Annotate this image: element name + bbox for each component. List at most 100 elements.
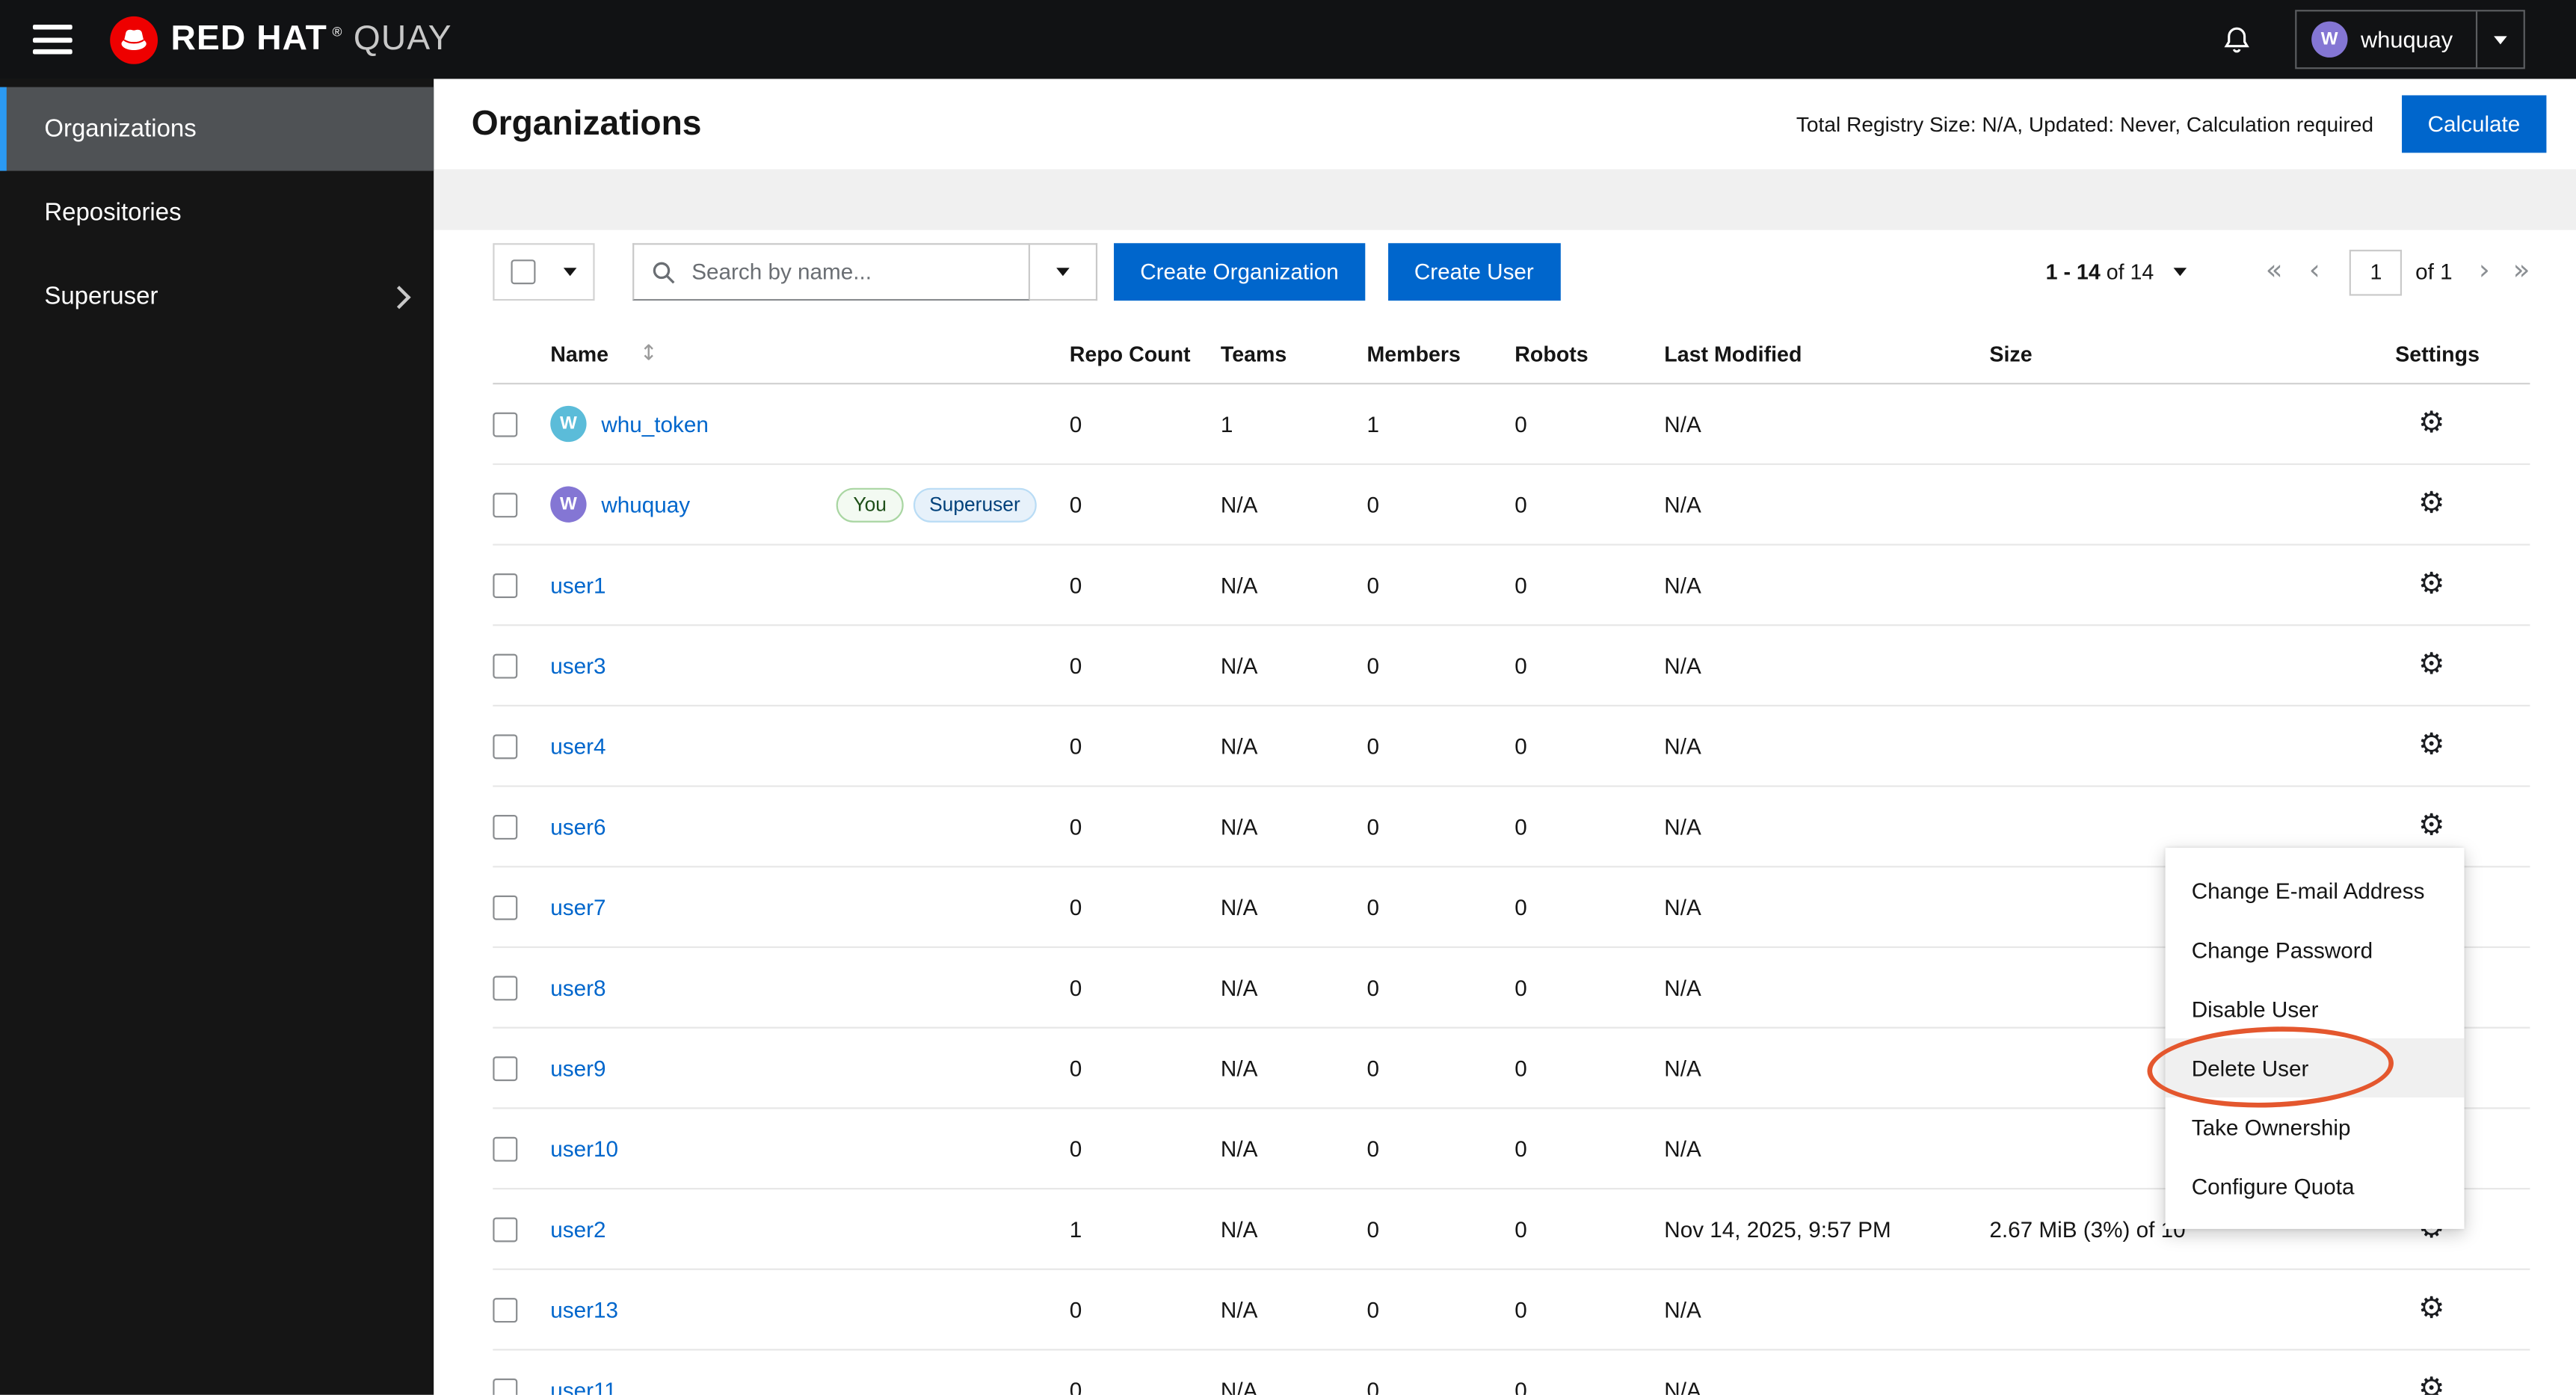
org-name-link[interactable]: user11 <box>550 1378 617 1395</box>
row-checkbox[interactable] <box>493 813 518 839</box>
sidebar-item-repositories[interactable]: Repositories <box>0 171 434 255</box>
row-checkbox[interactable] <box>493 1377 518 1395</box>
org-name-link[interactable]: user2 <box>550 1216 606 1241</box>
search-icon <box>653 261 675 283</box>
settings-gear-icon[interactable]: ⚙ <box>2418 408 2444 439</box>
teams-cell: N/A <box>1220 492 1258 517</box>
pagination: 1 - 14 of 14 « ‹ of 1 › » <box>2046 248 2530 295</box>
robots-cell: 0 <box>1515 1136 1527 1161</box>
create-organization-button[interactable]: Create Organization <box>1114 243 1365 301</box>
sidebar-item-superuser[interactable]: Superuser <box>0 255 434 339</box>
settings-gear-icon[interactable]: ⚙ <box>2418 570 2444 600</box>
org-name-link[interactable]: user6 <box>550 814 606 839</box>
menu-item-take-ownership[interactable]: Take Ownership <box>2166 1097 2465 1157</box>
user-name: whuquay <box>2360 26 2453 53</box>
settings-gear-icon[interactable]: ⚙ <box>2418 1294 2444 1325</box>
last-modified-cell: N/A <box>1664 1297 1701 1322</box>
user-menu-toggle[interactable]: W whuquay <box>2295 10 2525 70</box>
menu-item-change-password[interactable]: Change Password <box>2166 920 2465 979</box>
column-header-size: Size <box>1989 341 2033 366</box>
row-checkbox[interactable] <box>493 653 518 678</box>
row-checkbox[interactable] <box>493 572 518 597</box>
repo-count-cell: 0 <box>1069 733 1082 759</box>
quay-logo: RED HAT ® QUAY <box>108 14 452 65</box>
menu-item-configure-quota[interactable]: Configure Quota <box>2166 1157 2465 1216</box>
robots-cell: 0 <box>1515 733 1527 759</box>
row-checkbox[interactable] <box>493 733 518 759</box>
column-header-name[interactable]: Name ↕ <box>550 341 1069 366</box>
org-name-link[interactable]: whuquay <box>601 492 690 517</box>
repo-count-cell: 0 <box>1069 1136 1082 1161</box>
table-row: user3 0 N/A 0 0 N/A ⚙ <box>493 626 2530 707</box>
settings-gear-icon[interactable]: ⚙ <box>2418 811 2444 842</box>
pagination-first-button[interactable]: « <box>2266 257 2283 286</box>
table-row: user13 0 N/A 0 0 N/A ⚙ <box>493 1270 2530 1351</box>
teams-cell: N/A <box>1220 894 1258 920</box>
settings-gear-icon[interactable]: ⚙ <box>2418 489 2444 520</box>
org-name-link[interactable]: whu_token <box>601 412 709 437</box>
row-checkbox[interactable] <box>493 411 518 437</box>
teams-cell: 1 <box>1220 411 1233 437</box>
create-user-button[interactable]: Create User <box>1387 243 1560 301</box>
sidebar: Organizations Repositories Superuser <box>0 78 434 1395</box>
org-name-link[interactable]: user1 <box>550 573 606 597</box>
members-cell: 0 <box>1366 733 1380 759</box>
teams-cell: N/A <box>1220 1136 1258 1161</box>
menu-item-disable-user[interactable]: Disable User <box>2166 979 2465 1038</box>
row-checkbox[interactable] <box>493 492 518 517</box>
sidebar-item-organizations[interactable]: Organizations <box>0 87 434 171</box>
row-checkbox[interactable] <box>493 1056 518 1080</box>
row-checkbox[interactable] <box>493 1216 518 1242</box>
members-cell: 0 <box>1366 492 1380 517</box>
settings-gear-icon[interactable]: ⚙ <box>2418 730 2444 761</box>
menu-item-delete-user[interactable]: Delete User <box>2165 1038 2465 1098</box>
calculate-button[interactable]: Calculate <box>2401 95 2547 153</box>
org-name-link[interactable]: user8 <box>550 975 606 1000</box>
search-filter-toggle[interactable] <box>1029 243 1098 301</box>
user-actions-menu: Change E-mail Address Change Password Di… <box>2145 848 2465 1229</box>
org-name-link[interactable]: user3 <box>550 653 606 678</box>
repo-count-cell: 0 <box>1069 1377 1082 1395</box>
pagination-page-input[interactable] <box>2349 248 2403 295</box>
row-checkbox[interactable] <box>493 1297 518 1322</box>
search-input[interactable] <box>688 258 1029 286</box>
settings-gear-icon[interactable]: ⚙ <box>2418 650 2444 680</box>
menu-item-change-email[interactable]: Change E-mail Address <box>2166 861 2465 920</box>
pagination-nav: « ‹ of 1 › » <box>2266 248 2530 295</box>
pagination-last-button[interactable]: » <box>2513 257 2530 286</box>
repo-count-cell: 0 <box>1069 572 1082 597</box>
sidebar-item-label: Organizations <box>44 114 197 144</box>
row-checkbox[interactable] <box>493 1136 518 1161</box>
row-checkbox[interactable] <box>493 975 518 1000</box>
org-name-link[interactable]: user9 <box>550 1056 606 1080</box>
pagination-next-button[interactable]: › <box>2479 257 2490 286</box>
chevron-right-icon <box>387 285 411 309</box>
menu-toggle-icon[interactable] <box>32 24 73 55</box>
notifications-bell-icon[interactable] <box>2221 24 2252 55</box>
bulk-select-checkbox[interactable] <box>511 259 536 285</box>
members-cell: 0 <box>1366 653 1380 678</box>
sidebar-item-label: Superuser <box>44 283 158 311</box>
org-name-link[interactable]: user4 <box>550 733 606 758</box>
bulk-select-toggle[interactable] <box>493 243 595 301</box>
repo-count-cell: 0 <box>1069 1297 1082 1322</box>
masthead: RED HAT ® QUAY W whuquay <box>0 0 2576 79</box>
org-name-link[interactable]: user10 <box>550 1136 618 1161</box>
masthead-right: W whuquay <box>2221 10 2576 70</box>
row-checkbox[interactable] <box>493 894 518 920</box>
pagination-prev-button[interactable]: ‹ <box>2309 257 2320 286</box>
pagination-menu-toggle[interactable] <box>2173 268 2187 277</box>
table-row: W whu_token 0 1 1 0 N/A ⚙ <box>493 384 2530 465</box>
sort-icon[interactable]: ↕ <box>640 341 658 366</box>
page-header-divider <box>434 169 2576 230</box>
settings-gear-icon[interactable]: ⚙ <box>2418 1374 2444 1394</box>
teams-cell: N/A <box>1220 733 1258 759</box>
org-name-link[interactable]: user13 <box>550 1297 618 1322</box>
column-header-robots: Robots <box>1515 341 1589 366</box>
org-avatar: W <box>550 486 587 523</box>
search-box <box>632 243 1030 301</box>
robots-cell: 0 <box>1515 813 1527 839</box>
org-name-link[interactable]: user7 <box>550 895 606 920</box>
quay-app: RED HAT ® QUAY W whuquay Organizations R… <box>0 0 2576 1395</box>
last-modified-cell: N/A <box>1664 572 1701 597</box>
